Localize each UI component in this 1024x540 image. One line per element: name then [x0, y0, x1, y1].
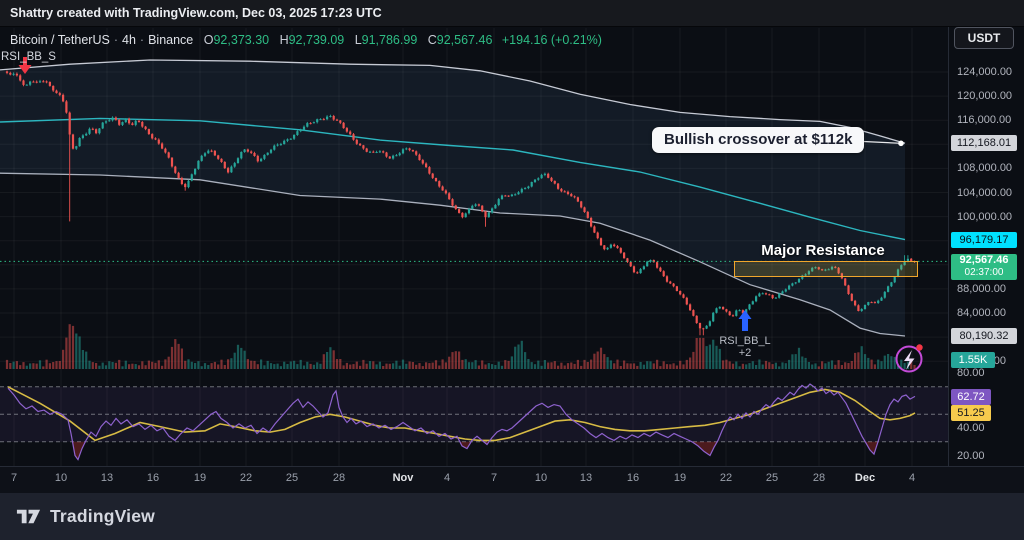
- legend-separator: ·: [140, 33, 144, 47]
- time-tick-month: Dec: [848, 472, 882, 484]
- high-label: H: [280, 33, 289, 47]
- open-value: 92,373.30: [213, 33, 269, 47]
- notification-dot: [916, 344, 922, 350]
- time-tick-day: 13: [90, 472, 124, 484]
- price-axis-label: 116,000.00: [957, 112, 1011, 128]
- time-tick-day: 16: [616, 472, 650, 484]
- price-axis-label: 88,000.00: [957, 281, 1006, 297]
- time-tick-day: 10: [524, 472, 558, 484]
- attribution-bar: Shattry created with TradingView.com, De…: [0, 0, 1024, 27]
- price-axis-label: 100,000.00: [957, 209, 1012, 225]
- low-label: L: [355, 33, 362, 47]
- footer-bar: TradingView: [0, 493, 1024, 540]
- price-axis-label: 104,000.00: [957, 185, 1012, 201]
- time-tick-day: 7: [477, 472, 511, 484]
- long-signal-label[interactable]: RSI_BB_L +2: [719, 335, 770, 359]
- indicator-legend[interactable]: RSI_BB_S: [1, 51, 56, 63]
- long-signal-count: +2: [719, 347, 770, 359]
- time-tick-day: 16: [136, 472, 170, 484]
- price-axis-label: 124,000.00: [957, 64, 1012, 80]
- close-value: 92,567.46: [437, 33, 493, 47]
- time-tick-day: 19: [183, 472, 217, 484]
- time-tick-day: 25: [755, 472, 789, 484]
- rsi-axis-label: 40.00: [957, 420, 985, 436]
- low-value: 91,786.99: [362, 33, 418, 47]
- lower-band-badge: 80,190.32: [951, 328, 1017, 344]
- tradingview-wordmark: TradingView: [50, 506, 155, 527]
- close-label: C: [428, 33, 437, 47]
- time-tick-day: 19: [663, 472, 697, 484]
- time-tick-day: 28: [802, 472, 836, 484]
- time-tick-day: 4: [895, 472, 929, 484]
- lightning-mode-button[interactable]: [897, 344, 923, 371]
- time-tick-day: 4: [430, 472, 464, 484]
- time-tick-month: Nov: [386, 472, 420, 484]
- time-tick-day: 13: [569, 472, 603, 484]
- price-axis-label: 84,000.00: [957, 305, 1006, 321]
- price-axis[interactable]: USDT 124,000.00 120,000.00 116,000.00 108,0…: [948, 27, 1024, 466]
- bar-countdown: 02:37:00: [951, 267, 1017, 278]
- interval-label[interactable]: 4h: [122, 33, 136, 47]
- bullish-crossover-annotation[interactable]: Bullish crossover at $112k: [652, 127, 864, 153]
- symbol-name[interactable]: Bitcoin / TetherUS: [10, 33, 110, 47]
- currency-toggle-button[interactable]: USDT: [954, 27, 1014, 49]
- price-axis-label: 108,000.00: [957, 160, 1012, 176]
- last-price-badge: 92,567.4602:37:00: [951, 254, 1017, 280]
- rsi-value-badge: 62.72: [951, 389, 991, 405]
- time-tick-day: 7: [0, 472, 31, 484]
- time-tick-day: 22: [709, 472, 743, 484]
- tradingview-chart-page: Shattry created with TradingView.com, De…: [0, 0, 1024, 540]
- legend-separator: ·: [114, 33, 118, 47]
- rsi-axis-label: 20.00: [957, 448, 985, 464]
- tradingview-logo-icon: [15, 503, 42, 530]
- change-value: +194.16 (+0.21%): [502, 33, 602, 47]
- symbol-legend: Bitcoin / TetherUS·4h·Binance O92,373.30…: [10, 33, 602, 47]
- major-resistance-label[interactable]: Major Resistance: [761, 242, 884, 259]
- resistance-zone-box[interactable]: [734, 261, 918, 277]
- time-tick-day: 25: [275, 472, 309, 484]
- upper-band-badge: 112,168.01: [951, 135, 1017, 151]
- band-end-dot: [898, 141, 904, 147]
- attribution-text: Shattry created with TradingView.com, De…: [10, 6, 382, 20]
- time-tick-day: 28: [322, 472, 356, 484]
- high-value: 92,739.09: [289, 33, 345, 47]
- long-signal-name: RSI_BB_L: [719, 335, 770, 347]
- time-axis[interactable]: 7 10 13 16 19 22 25 28 Nov 4 7 10 13 16 19 22 25 28 Dec 4: [0, 466, 1024, 494]
- time-tick-day: 10: [44, 472, 78, 484]
- rsi-ma-badge: 51.25: [951, 405, 991, 421]
- volume-badge: 1.55K: [951, 352, 995, 368]
- exchange-label[interactable]: Binance: [148, 33, 193, 47]
- mid-band-badge: 96,179.17: [951, 232, 1017, 248]
- price-axis-label: 120,000.00: [957, 88, 1012, 104]
- time-tick-day: 22: [229, 472, 263, 484]
